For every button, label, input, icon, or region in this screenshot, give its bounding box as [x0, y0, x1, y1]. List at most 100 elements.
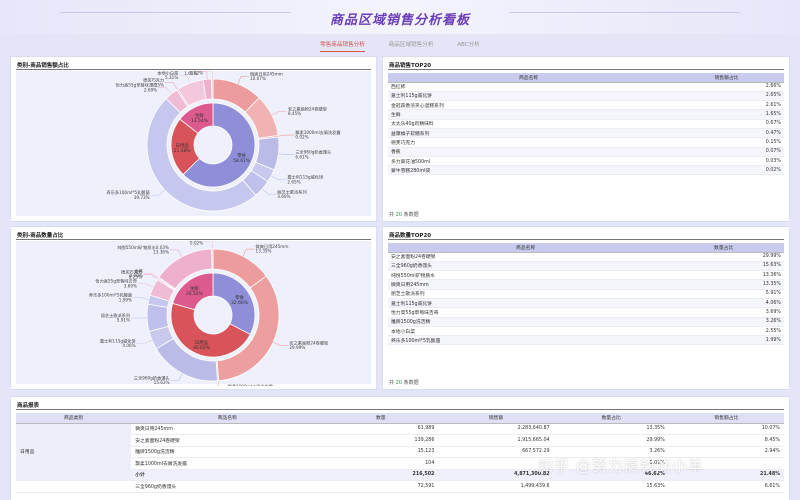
table-cell: 15,123: [323, 446, 439, 458]
table-row[interactable]: 西红柿 2.66%: [388, 82, 784, 92]
table-cell: 太太乐40g鸡精味料: [388, 119, 670, 130]
table-row[interactable]: 本地小白菜 2.55%: [388, 326, 784, 337]
panel-title: 商品报表: [17, 403, 40, 409]
leader-line: [262, 188, 277, 195]
table-cell: 金冠森香浓夹心蛋糕系列: [388, 100, 670, 111]
table-cell: 三全960g奶香馒头: [131, 480, 324, 493]
outer-label: 蒙牛雪糕280ml袋0.02%: [169, 241, 204, 246]
table-cell: 本地小白菜: [388, 326, 664, 337]
outer-label: 嘉士利115g威化饼 2.65%: [287, 174, 323, 185]
table-cell: 139,286: [323, 434, 439, 447]
table-row[interactable]: 德芙巧克力 0.15%: [388, 137, 784, 148]
top-qty-table: 商品名称 数量占比 安之素面粉24卷硬架 29.99% 三全960g奶香馒头 15.6…: [388, 243, 784, 346]
tab-abc-analysis[interactable]: ABC分析: [457, 40, 480, 51]
table-row[interactable]: 嘉士利115g威化饼 4.06%: [388, 298, 784, 309]
outer-slice[interactable]: [211, 248, 214, 270]
outer-label: 微爽日用245mm 10.07%: [250, 71, 283, 81]
table-row[interactable]: 三全960g奶香馒头 15.63%: [388, 261, 784, 272]
table-row[interactable]: 生鲜 1.65%: [388, 109, 784, 120]
outer-label: 丽芝士歌派系列 5.91%: [101, 312, 130, 323]
column-header[interactable]: 数量占比: [663, 243, 784, 253]
table-row[interactable]: 多力葵花油500ml 0.03%: [388, 156, 784, 167]
outer-label: 飘柔1000ml去屑洗发露0.02%: [228, 383, 274, 386]
column-header[interactable]: 商品名称: [388, 73, 670, 83]
table-row[interactable]: 日用品 微爽日用245mm 61,989 2,283,640.87 13.35% 10.0…: [16, 423, 784, 481]
leader-line: [150, 189, 165, 196]
tab-region-sales[interactable]: 商品区域销售分析: [389, 40, 434, 51]
table-cell: 益康橘子软糖系列: [388, 128, 670, 139]
panel-title: 商品销售TOP20: [389, 63, 432, 69]
table-cell: 13.35%: [553, 423, 669, 435]
table-cell: 香蕉: [388, 147, 670, 157]
leader-line: [170, 373, 183, 381]
outer-label: 养乐多100ml*5乳酸菌 1.99%: [89, 292, 132, 303]
table-cell: 安之素面粉24卷硬架: [131, 434, 324, 447]
table-cell: 1,915,665.04: [438, 434, 554, 447]
table-cell: 微爽日用245mm: [388, 279, 664, 290]
table-cell: 安之素面粉24卷硬架: [388, 252, 664, 262]
table-cell: 0.15%: [669, 137, 784, 148]
table-cell: [438, 457, 554, 470]
outer-label: 纯悦550ml矿物质水0.03% 13.36%: [117, 244, 169, 255]
leader-line: [170, 249, 183, 257]
table-row[interactable]: 怡力高55g草莓味吉奇 3.69%: [388, 307, 784, 318]
column-header[interactable]: 数量: [323, 413, 439, 424]
table-cell: 13.35%: [663, 279, 784, 290]
table-row[interactable]: 益康橘子软糖系列 0.47%: [388, 128, 784, 139]
outer-slice[interactable]: [211, 78, 214, 100]
outer-slice[interactable]: [146, 303, 169, 332]
table-cell: 三全960g奶香馒头: [388, 261, 664, 272]
table-cell: 2.55%: [663, 326, 784, 337]
table-cell: 8.45%: [668, 434, 784, 447]
table-row[interactable]: 香蕉 0.07%: [388, 147, 784, 157]
leader-line: [204, 240, 213, 250]
table-cell: 216,502: [323, 469, 439, 481]
table-row[interactable]: 三全960g奶香馒头 72,591 1,499,439.6 15.63% 6.61%: [16, 480, 784, 493]
table-row[interactable]: 金冠森香浓夹心蛋糕系列 2.61%: [388, 100, 784, 111]
column-header[interactable]: 商品名称: [388, 243, 664, 253]
watermark: 知乎 @努力搞钱的小羊: [538, 457, 704, 475]
table-row[interactable]: 太太乐40g鸡精味料 0.67%: [388, 119, 784, 130]
column-header[interactable]: 数量占比: [553, 413, 669, 424]
leader-line: [142, 274, 158, 280]
table-cell: 2.65%: [669, 91, 784, 102]
category-cell: [16, 480, 132, 493]
row-count: 共 20 条数据: [389, 380, 419, 386]
table-row[interactable]: 嘉士利115g威化饼 2.65%: [388, 91, 784, 102]
table-cell: 61,989: [323, 423, 439, 435]
row-count: 共 20 条数据: [389, 212, 419, 218]
table-cell: 2.66%: [669, 82, 784, 92]
table-cell: 小计: [131, 469, 324, 481]
leader-line: [271, 111, 287, 116]
table-cell: 嘉士利115g威化饼: [388, 298, 664, 309]
leader-line: [179, 75, 191, 84]
outer-label: 微爽日用245mm 13.35%: [256, 243, 289, 254]
tab-retail-sales[interactable]: 零售商品销售分析: [320, 40, 365, 52]
table-row[interactable]: 安之素面粉24卷硬架 139,286 1,915,665.04 29.99% 8.45%: [16, 434, 784, 447]
column-header[interactable]: 商品名称: [131, 413, 324, 424]
table-cell: 0.67%: [669, 119, 784, 130]
leader-line: [136, 340, 153, 344]
table-cell: 怡力高55g草莓味吉奇: [388, 307, 664, 318]
table-cell: 4.06%: [663, 298, 784, 309]
outer-label: 怡力高55g草莓味吉奇 3.69%: [95, 278, 137, 289]
column-header[interactable]: 商品类别: [16, 413, 132, 424]
table-cell: 29.99%: [553, 434, 669, 447]
column-header[interactable]: 销售额占比: [669, 73, 784, 83]
table-row[interactable]: 蒙牛雪糕280ml袋 0.02%: [388, 165, 784, 176]
table-row[interactable]: 丽芝士歌派系列 5.91%: [388, 289, 784, 300]
panel-title: 类别-商品数量占比: [17, 233, 64, 239]
table-cell: 15.63%: [663, 261, 784, 272]
table-cell: 雕牌1500g洗洁精: [131, 446, 324, 458]
table-row[interactable]: 养乐多100ml*5乳酸菌 1.99%: [388, 335, 784, 346]
leader-line: [204, 70, 213, 80]
table-cell: 0.47%: [669, 128, 784, 139]
table-row[interactable]: 纯悦550ml矿物质水 13.36%: [388, 270, 784, 281]
leader-line: [278, 153, 295, 156]
table-cell: 1.99%: [663, 335, 784, 346]
table-row[interactable]: 微爽日用245mm 13.35%: [388, 279, 784, 290]
table-row[interactable]: 雕牌1500g洗洁精 3.26%: [388, 317, 784, 327]
table-row[interactable]: 安之素面粉24卷硬架 29.99%: [388, 252, 784, 262]
column-header[interactable]: 销售额: [438, 413, 554, 424]
column-header[interactable]: 销售额占比: [668, 413, 784, 424]
